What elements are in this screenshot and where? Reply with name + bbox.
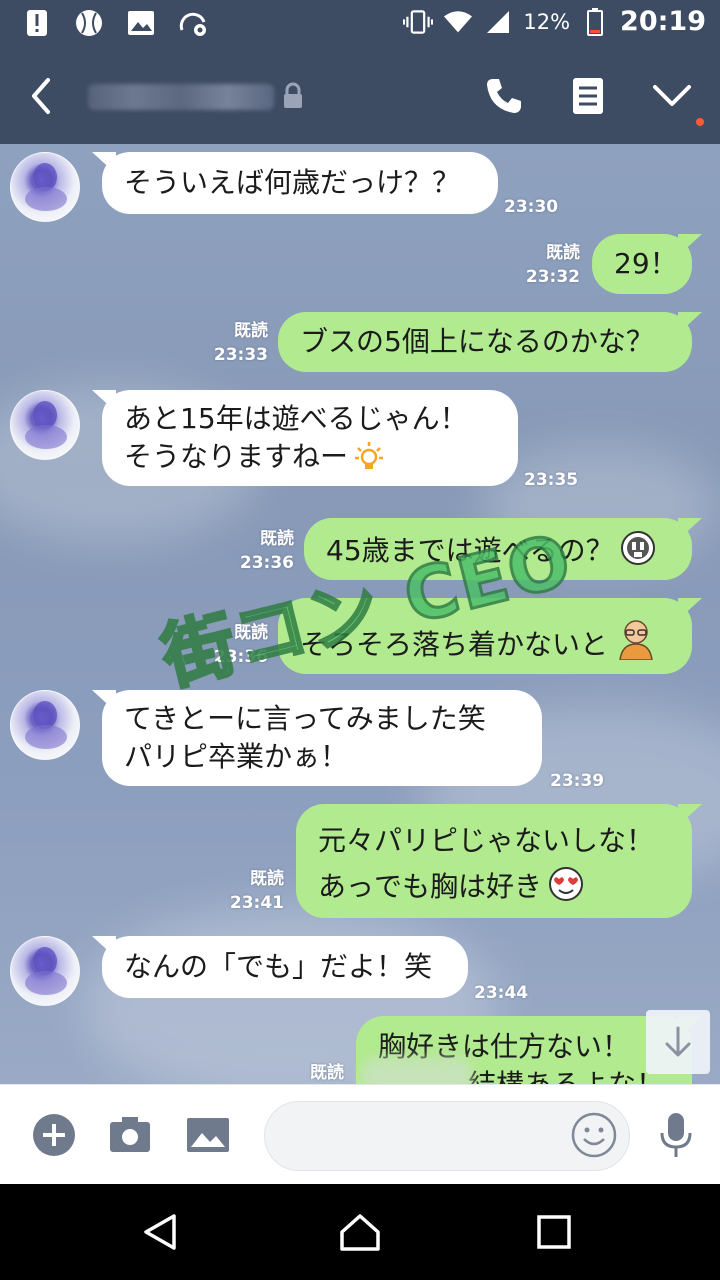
recents-icon — [537, 1215, 571, 1249]
message-text: てきとーに言ってみました笑 — [124, 702, 486, 735]
message-text: そういえば何歳だっけ？？ — [124, 166, 461, 199]
contact-name-blurred[interactable] — [88, 84, 274, 110]
contact-avatar[interactable] — [10, 936, 80, 1006]
incoming-message[interactable]: あと15年は遊べるじゃん！ そうなりますねー — [102, 390, 518, 486]
message-time: 23:32 — [525, 267, 580, 287]
back-triangle-icon — [144, 1214, 176, 1250]
message-text: そろそろ落ち着かないと — [300, 628, 609, 661]
memo-button[interactable] — [564, 72, 612, 120]
plus-icon — [33, 1114, 75, 1156]
message-time: 23:39 — [550, 771, 605, 791]
mic-icon — [660, 1113, 692, 1157]
message-time: 23:33 — [213, 345, 268, 365]
back-icon — [32, 78, 50, 114]
gallery-icon — [126, 8, 156, 38]
contact-avatar[interactable] — [10, 390, 80, 460]
status-bar: 12% 20:19 — [0, 0, 720, 48]
message-time: 23:35 — [524, 470, 579, 490]
nav-home-button[interactable] — [336, 1208, 384, 1256]
scroll-down-button[interactable] — [646, 1010, 710, 1074]
camera-icon — [110, 1117, 150, 1152]
signal-icon — [483, 7, 513, 37]
clock: 20:19 — [620, 6, 706, 37]
message-text: パリピ卒業かぁ！ — [124, 740, 349, 773]
incoming-message[interactable]: そういえば何歳だっけ？？ — [102, 152, 498, 214]
message-time: 23:36 — [213, 647, 268, 667]
system-nav-bar — [0, 1184, 720, 1280]
outgoing-message[interactable]: 45歳までは遊べるの？ — [304, 518, 692, 580]
read-receipt: 既読 — [234, 321, 268, 341]
home-icon — [340, 1214, 380, 1251]
chat-area[interactable]: そういえば何歳だっけ？？ 23:30 既読 23:32 29！ 既読 23:33… — [0, 144, 720, 1084]
message-text: ブスの5個上になるのかな？ — [300, 325, 654, 358]
chevron-down-icon — [653, 85, 691, 106]
image-icon — [187, 1118, 229, 1152]
outgoing-message[interactable]: ブスの5個上になるのかな？ — [278, 312, 692, 372]
incoming-message[interactable]: なんの「でも」だよ！笑 — [102, 936, 468, 998]
heart-eyes-icon — [548, 866, 584, 916]
message-time: 23:41 — [229, 893, 284, 913]
message-time: 23:30 — [504, 197, 559, 217]
chat-header — [0, 48, 720, 144]
camera-button[interactable] — [106, 1111, 154, 1159]
old-man-icon — [614, 616, 658, 670]
vibrate-icon — [403, 7, 434, 37]
outgoing-message[interactable]: 29！ — [592, 234, 692, 294]
message-text: 元々パリピじゃないしな！ — [318, 824, 655, 857]
nav-back-button[interactable] — [136, 1208, 184, 1256]
baseball-icon — [74, 8, 104, 38]
input-bar — [0, 1084, 720, 1184]
back-button[interactable] — [22, 74, 62, 118]
contact-avatar[interactable] — [10, 152, 80, 222]
message-time: 23:36 — [239, 553, 294, 573]
sticker-button[interactable] — [570, 1111, 618, 1159]
menu-button[interactable] — [648, 72, 696, 120]
lightbulb-icon — [354, 440, 384, 482]
message-text: そうなりますねー — [124, 440, 349, 473]
message-text: 29！ — [614, 247, 678, 280]
message-text: なんの「でも」だよ！笑 — [124, 950, 433, 983]
read-receipt: 既読 — [546, 243, 580, 263]
sync-icon — [178, 8, 208, 38]
incoming-message[interactable]: てきとーに言ってみました笑 パリピ卒業かぁ！ — [102, 690, 542, 786]
outgoing-message[interactable]: 元々パリピじゃないしな！ あっでも胸は好き — [296, 804, 692, 918]
plus-button[interactable] — [30, 1111, 78, 1159]
message-text: あっでも胸は好き — [318, 870, 543, 903]
phone-icon — [487, 79, 521, 113]
voice-button[interactable] — [652, 1111, 700, 1159]
lock-icon — [282, 82, 304, 114]
shocked-face-icon — [620, 530, 656, 576]
battery-icon — [580, 7, 610, 37]
memo-icon — [573, 78, 603, 114]
alert-icon — [22, 8, 52, 38]
nav-recents-button[interactable] — [530, 1208, 578, 1256]
read-receipt: 既読 — [260, 529, 294, 549]
message-text: あと15年は遊べるじゃん！ — [124, 402, 468, 435]
message-time: 23:44 — [474, 983, 529, 1003]
notification-dot — [696, 118, 704, 126]
read-receipt: 既読 — [234, 623, 268, 643]
smiley-icon — [571, 1112, 617, 1158]
wifi-icon — [443, 7, 473, 37]
image-button[interactable] — [184, 1111, 232, 1159]
call-button[interactable] — [480, 72, 528, 120]
contact-avatar[interactable] — [10, 690, 80, 760]
arrow-down-icon — [665, 1026, 691, 1057]
outgoing-message[interactable]: そろそろ落ち着かないと — [278, 598, 692, 674]
read-receipt: 既読 — [250, 869, 284, 889]
read-receipt: 既読 — [310, 1063, 344, 1083]
battery-percent: 12% — [523, 9, 571, 34]
message-text: 45歳までは遊べるの？ — [326, 534, 614, 567]
